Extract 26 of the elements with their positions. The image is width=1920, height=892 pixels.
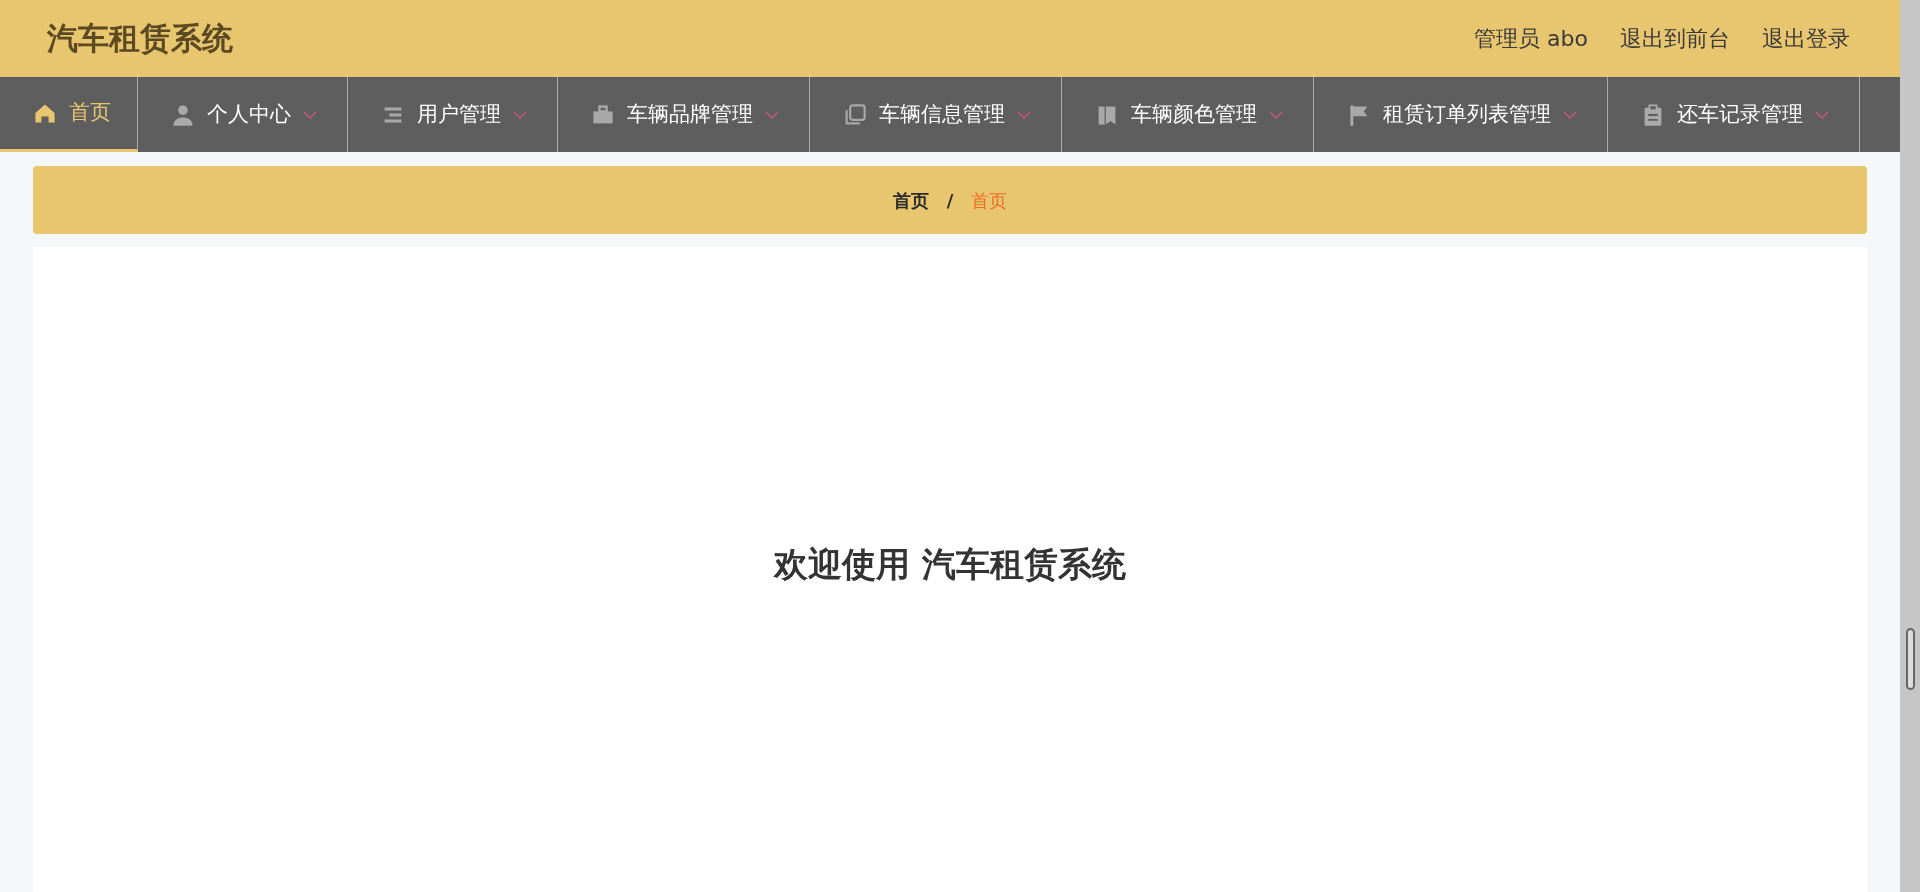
caret-icon bbox=[765, 110, 779, 119]
breadcrumb-item[interactable]: 首页 bbox=[892, 186, 929, 214]
welcome-heading: 欢迎使用 汽车租赁系统 bbox=[774, 544, 1126, 585]
caret-icon bbox=[1563, 110, 1577, 119]
breadcrumb-separator: / bbox=[946, 188, 954, 213]
nav-tab[interactable]: 车辆品牌管理 bbox=[558, 77, 810, 152]
caret-icon bbox=[1017, 110, 1031, 119]
caret-icon bbox=[1269, 110, 1283, 119]
nav-tab[interactable]: 还车记录管理 bbox=[1608, 77, 1860, 152]
nav-tab[interactable]: 首页 bbox=[0, 77, 138, 152]
scroll-thumb[interactable] bbox=[1906, 628, 1915, 690]
nav-tab[interactable]: 个人中心 bbox=[138, 77, 348, 152]
nav-tab[interactable]: 用户管理 bbox=[348, 77, 558, 152]
header-link[interactable]: 退出登录 bbox=[1762, 22, 1850, 55]
header-link[interactable]: 管理员 abo bbox=[1474, 22, 1588, 55]
scrollbar[interactable] bbox=[1900, 0, 1920, 892]
caret-icon bbox=[513, 110, 527, 119]
nav-tab[interactable]: 租赁订单列表管理 bbox=[1314, 77, 1608, 152]
copy-icon bbox=[843, 102, 867, 127]
person-icon bbox=[171, 102, 195, 127]
nav-tab[interactable]: 车辆信息管理 bbox=[810, 77, 1062, 152]
caret-icon bbox=[303, 110, 317, 119]
app-title: 汽车租赁系统 bbox=[47, 19, 233, 58]
nav-tab[interactable]: 车辆颜色管理 bbox=[1062, 77, 1314, 152]
caret-icon bbox=[1815, 110, 1829, 119]
header-link[interactable]: 退出到前台 bbox=[1620, 22, 1730, 55]
